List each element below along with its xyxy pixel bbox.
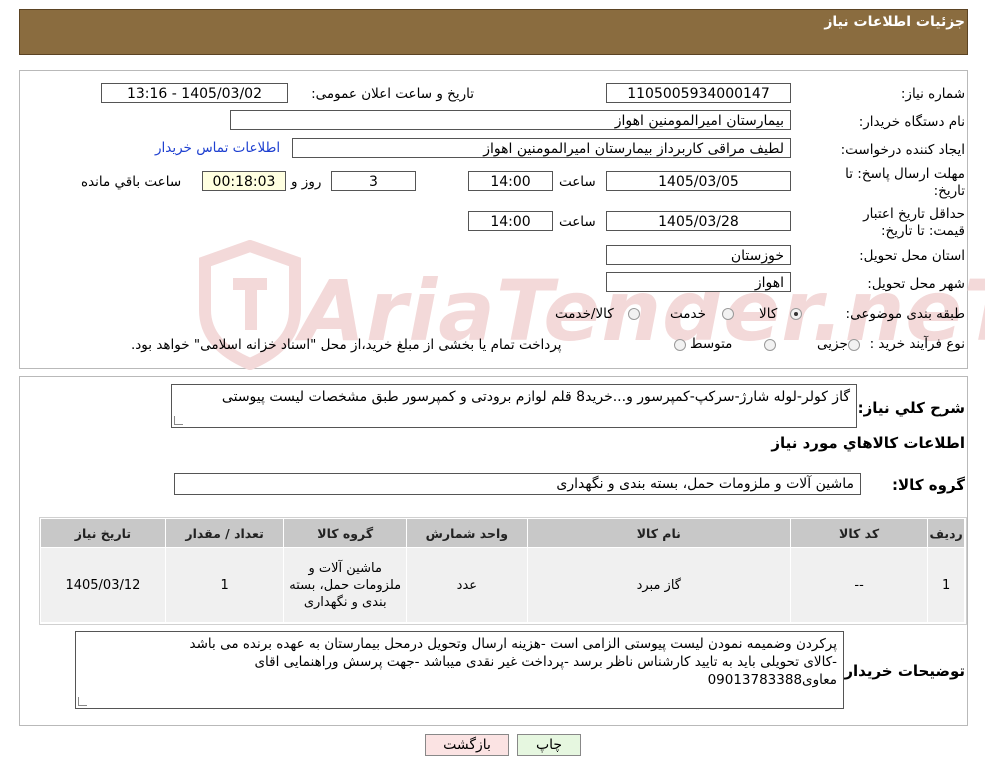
- need-number-label: شماره نیاز:: [900, 86, 965, 102]
- category-option-goods-service: کالا/خدمت: [555, 306, 614, 322]
- buyer-org-field: بیمارستان امیرالمومنین اهواز: [230, 110, 791, 130]
- items-table: ردیف کد کالا نام کالا واحد شمارش گروه کا…: [40, 518, 965, 623]
- col-header-code: کد کالا: [789, 518, 929, 548]
- days-label: روز و: [291, 174, 322, 190]
- validity-time-field: 14:00: [468, 211, 553, 231]
- back-button[interactable]: بازگشت: [425, 734, 509, 756]
- creator-label: ایجاد کننده درخواست:: [840, 142, 965, 158]
- col-header-group: گروه کالا: [283, 518, 408, 548]
- days-field: 3: [331, 171, 416, 191]
- description-textarea[interactable]: گاز کولر-لوله شارژ-سرکپ-کمپرسور و...خرید…: [171, 384, 857, 428]
- reply-time-field: 14:00: [468, 171, 553, 191]
- buyer-notes-textarea[interactable]: پرکردن وضمیمه نمودن لیست پیوستی الزامی ا…: [75, 631, 844, 709]
- items-heading: اطلاعات کالاهاي مورد نیاز: [771, 434, 965, 452]
- category-option-service: خدمت: [670, 306, 706, 322]
- cell-name: گاز مبرد: [526, 547, 791, 623]
- province-label: استان محل تحویل:: [859, 248, 965, 264]
- city-field: اهواز: [606, 272, 791, 292]
- need-number-field: 1105005934000147: [606, 83, 791, 103]
- city-label: شهر محل تحویل:: [867, 276, 965, 292]
- category-label: طبقه بندی موضوعی:: [845, 306, 965, 322]
- validity-label: حداقل تاریخ اعتبار قیمت: تا تاریخ:: [863, 206, 965, 239]
- category-option-goods: کالا: [759, 306, 778, 322]
- buyer-contact-link[interactable]: اطلاعات تماس خریدار: [155, 140, 280, 156]
- cell-code: --: [789, 547, 929, 623]
- process-option-medium: متوسط: [690, 336, 733, 352]
- table-header-row: ردیف کد کالا نام کالا واحد شمارش گروه کا…: [40, 518, 965, 548]
- print-button[interactable]: چاپ: [517, 734, 581, 756]
- announce-label: تاریخ و ساعت اعلان عمومی:: [311, 86, 474, 102]
- treasury-checkbox[interactable]: [674, 339, 686, 351]
- reply-date-field: 1405/03/05: [606, 171, 791, 191]
- cell-quantity: 1: [164, 547, 285, 623]
- cell-date: 1405/03/12: [40, 547, 166, 623]
- category-radio-goods-service[interactable]: [628, 308, 640, 320]
- col-header-quantity: تعداد / مقدار: [164, 518, 285, 548]
- resize-handle-icon[interactable]: [174, 416, 183, 425]
- process-radio-minor[interactable]: [848, 339, 860, 351]
- description-text: گاز کولر-لوله شارژ-سرکپ-کمپرسور و...خرید…: [221, 389, 850, 405]
- col-header-date: تاریخ نیاز: [40, 518, 166, 548]
- buyer-notes-label: توضیحات خریدار:: [838, 662, 965, 680]
- validity-date-field: 1405/03/28: [606, 211, 791, 231]
- description-label: شرح کلي نیاز:: [857, 399, 965, 417]
- process-label: نوع فرآیند خرید :: [869, 336, 965, 352]
- cell-group: ماشین آلات و ملزومات حمل، بسته بندی و نگ…: [283, 547, 408, 623]
- process-option-minor: جزیی: [817, 336, 848, 352]
- col-header-row-number: ردیف: [927, 518, 965, 548]
- buyer-notes-line: پرکردن وضمیمه نمودن لیست پیوستی الزامی ا…: [189, 636, 837, 652]
- reply-time-label: ساعت: [559, 174, 596, 190]
- creator-field: لطیف مراقی کاربرداز بیمارستان امیرالمومن…: [292, 138, 791, 158]
- buyer-notes-line: معاوی09013783388: [707, 672, 837, 688]
- group-field: ماشین آلات و ملزومات حمل، بسته بندی و نگ…: [174, 473, 861, 495]
- remaining-time-field: 00:18:03: [202, 171, 286, 191]
- cell-row-number: 1: [927, 547, 965, 623]
- resize-handle-icon[interactable]: [78, 697, 87, 706]
- remaining-time-label: ساعت باقي مانده: [81, 174, 182, 190]
- col-header-unit: واحد شمارش: [406, 518, 528, 548]
- reply-deadline-label: مهلت ارسال پاسخ: تا تاریخ:: [845, 166, 965, 199]
- category-radio-service[interactable]: [722, 308, 734, 320]
- process-note: پرداخت تمام یا بخشی از مبلغ خرید،از محل …: [131, 337, 562, 353]
- buyer-org-label: نام دستگاه خریدار:: [858, 114, 965, 130]
- col-header-name: نام کالا: [526, 518, 791, 548]
- category-radio-goods[interactable]: [790, 308, 802, 320]
- process-radio-medium[interactable]: [764, 339, 776, 351]
- cell-unit: عدد: [406, 547, 528, 623]
- validity-time-label: ساعت: [559, 214, 596, 230]
- buyer-notes-line: -کالای تحویلی باید به تایید کارشناس ناظر…: [254, 654, 837, 670]
- table-row: 1 -- گاز مبرد عدد ماشین آلات و ملزومات ح…: [40, 547, 965, 623]
- province-field: خوزستان: [606, 245, 791, 265]
- announce-field: 1405/03/02 - 13:16: [101, 83, 288, 103]
- page-title: جزئیات اطلاعات نیاز: [824, 14, 965, 30]
- group-label: گروه کالا:: [892, 476, 965, 494]
